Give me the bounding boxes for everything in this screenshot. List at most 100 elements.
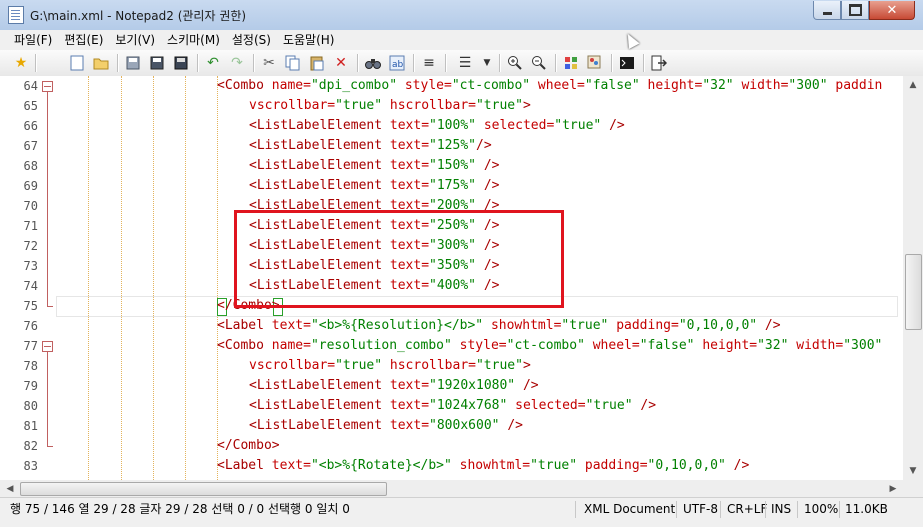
copy-icon[interactable] [284, 54, 302, 72]
cut-icon[interactable]: ✂ [260, 54, 278, 72]
code-token-attr: style= [459, 338, 507, 353]
horizontal-scroll-thumb[interactable] [20, 482, 387, 496]
code-text: <ListLabelElement text="1920x1080" /> [249, 376, 539, 396]
paste-icon[interactable] [308, 54, 326, 72]
line-number: 66 [23, 119, 38, 133]
code-token-attr: name= [271, 78, 311, 93]
code-token-tag: <ListLabelElement [249, 158, 390, 173]
code-line[interactable]: 77 <Combo name="resolution_combo" style="… [0, 336, 903, 356]
customize-scheme-icon[interactable] [586, 54, 604, 72]
favorites-star-icon[interactable]: ★ [12, 54, 30, 72]
code-line[interactable]: 64 <Combo name="dpi_combo" style="ct-comb… [0, 76, 903, 96]
menu-scheme[interactable]: 스키마(M) [161, 30, 226, 50]
code-line[interactable]: 68 <ListLabelElement text="150%" /> [0, 156, 903, 176]
menu-settings[interactable]: 설정(S) [226, 30, 277, 50]
code-line[interactable]: 81 <ListLabelElement text="800x600" /> [0, 416, 903, 436]
code-token-val: "true" [475, 98, 523, 113]
minimize-button[interactable] [813, 1, 841, 20]
menu-view[interactable]: 보기(V) [109, 30, 161, 50]
word-wrap-icon[interactable]: ≡ [420, 54, 438, 72]
code-token-tag: <ListLabelElement [249, 418, 390, 433]
code-line[interactable]: 67 <ListLabelElement text="125%"/> [0, 136, 903, 156]
replace-icon[interactable]: ab [388, 54, 406, 72]
code-token-attr: text= [389, 138, 430, 153]
status-scheme[interactable]: XML Document [584, 498, 675, 520]
line-number: 67 [23, 139, 38, 153]
code-token-val: "true" [554, 118, 610, 133]
exit-icon[interactable] [650, 54, 668, 72]
save-as-icon[interactable] [148, 54, 166, 72]
code-token-tag: > [522, 98, 531, 113]
menu-edit[interactable]: 편집(E) [58, 30, 109, 50]
line-number: 64 [23, 79, 38, 93]
code-text: <ListLabelElement text="175%" /> [249, 176, 499, 196]
code-line[interactable]: 80 <ListLabelElement text="1024x768" sele… [0, 396, 903, 416]
zoom-in-icon[interactable] [506, 54, 524, 72]
maximize-button[interactable] [841, 1, 869, 20]
code-token-attr: wheel= [592, 338, 640, 353]
new-file-icon[interactable] [68, 54, 86, 72]
code-token-val: "1920x1080" [429, 378, 523, 393]
scroll-down-arrow-icon[interactable]: ▼ [903, 462, 923, 480]
code-line[interactable]: 82 </Combo> [0, 436, 903, 456]
chevron-down-icon[interactable]: ▼ [478, 54, 496, 72]
code-line[interactable]: 76 <Label text="<b>%{Resolution}</b>" sho… [0, 316, 903, 336]
menu-help[interactable]: 도움말(H) [277, 30, 341, 50]
toolbar-separator [445, 54, 447, 72]
code-line[interactable]: 65 vscrollbar="true" hscrollbar="true"> [0, 96, 903, 116]
status-zoom[interactable]: 100% [804, 498, 838, 520]
status-eol[interactable]: CR+LF [727, 498, 767, 520]
code-text: <ListLabelElement text="800x600" /> [249, 416, 523, 436]
status-insert-mode[interactable]: INS [771, 498, 791, 520]
save-icon[interactable] [124, 54, 142, 72]
code-token-attr: text= [389, 398, 430, 413]
undo-icon[interactable]: ↶ [204, 54, 222, 72]
save-copy-icon[interactable] [172, 54, 190, 72]
code-token-tag: <Label [217, 458, 272, 473]
line-number: 74 [23, 279, 38, 293]
svg-text:ab: ab [392, 60, 404, 70]
code-token-val: "true" [335, 98, 390, 113]
vertical-scroll-thumb[interactable] [905, 254, 922, 330]
code-line[interactable]: 83 <Label text="<b>%{Rotate}</b>" showhtm… [0, 456, 903, 476]
delete-icon[interactable]: ✕ [332, 54, 350, 72]
scroll-up-arrow-icon[interactable]: ▲ [903, 76, 923, 94]
view-options-icon[interactable]: ☰ [456, 54, 474, 72]
redo-icon[interactable]: ↷ [228, 54, 246, 72]
code-token-attr: vscrollbar= [249, 98, 336, 113]
code-token-tag: /> [640, 398, 657, 413]
code-line[interactable]: 66 <ListLabelElement text="100%" selected… [0, 116, 903, 136]
scroll-left-arrow-icon[interactable]: ◀ [0, 480, 20, 497]
vertical-scrollbar[interactable]: ▲ ▼ [903, 76, 923, 480]
horizontal-scrollbar[interactable]: ◀ ▶ [0, 480, 903, 497]
line-number: 79 [23, 379, 38, 393]
code-token-attr: text= [389, 158, 430, 173]
code-token-tag: <ListLabelElement [249, 118, 390, 133]
code-token-tag: /> [507, 418, 523, 433]
close-button[interactable]: ✕ [869, 1, 915, 20]
zoom-out-icon[interactable] [530, 54, 548, 72]
find-icon[interactable] [364, 54, 382, 72]
code-line[interactable]: 69 <ListLabelElement text="175%" /> [0, 176, 903, 196]
title-bar[interactable]: G:\main.xml - Notepad2 (관리자 권한) ✕ [0, 0, 923, 30]
notepad-app-icon[interactable] [8, 6, 24, 24]
menu-file[interactable]: 파일(F) [0, 30, 58, 50]
line-number: 81 [23, 419, 38, 433]
scheme-icon[interactable] [562, 54, 580, 72]
code-editor[interactable]: 64 <Combo name="dpi_combo" style="ct-comb… [0, 76, 903, 480]
code-token-val: "true" [530, 458, 585, 473]
maximize-icon [848, 4, 862, 16]
code-token-attr: height= [647, 78, 703, 93]
terminal-icon[interactable] [618, 54, 636, 72]
open-file-icon[interactable] [92, 54, 110, 72]
code-text: <Combo name="resolution_combo" style="ct… [217, 336, 882, 356]
status-encoding[interactable]: UTF-8 [683, 498, 718, 520]
code-token-tag: <Combo [217, 338, 272, 353]
code-token-tag: <ListLabelElement [249, 398, 390, 413]
scroll-right-arrow-icon[interactable]: ▶ [883, 480, 903, 497]
code-line[interactable]: 78 vscrollbar="true" hscrollbar="true"> [0, 356, 903, 376]
code-token-tag: <ListLabelElement [249, 378, 390, 393]
code-token-val: "100%" [429, 118, 484, 133]
code-token-attr: padding= [584, 458, 648, 473]
code-line[interactable]: 79 <ListLabelElement text="1920x1080" /> [0, 376, 903, 396]
